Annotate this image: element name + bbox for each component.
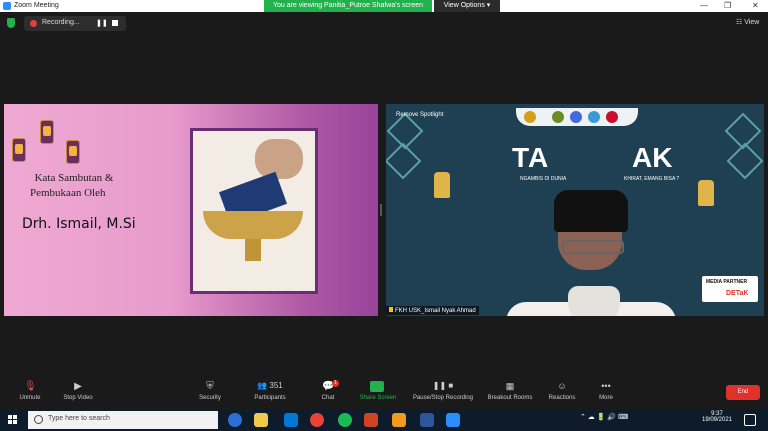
view-button[interactable]: ☷ View	[736, 18, 759, 26]
lantern-decoration	[40, 120, 54, 144]
lantern-decoration	[434, 172, 450, 198]
breakout-rooms-button[interactable]: ▦ Breakout Rooms	[480, 372, 540, 409]
chat-badge: 1	[332, 380, 339, 387]
recording-status: Recording...	[42, 19, 80, 26]
share-screen-icon-bg	[370, 381, 384, 392]
chrome-icon[interactable]	[310, 413, 324, 427]
media-partner-brand: DETaK	[726, 290, 749, 297]
pause-stop-icon: ❚❚ ■	[432, 381, 454, 390]
meeting-toolbar: 🎙 Unmute ▶ Stop Video ⛨ Security 👥 351 P…	[0, 372, 768, 409]
vlc-icon[interactable]	[392, 413, 406, 427]
video-camera-icon: ▶	[74, 381, 82, 392]
participants-icon: 👥 351	[257, 381, 283, 390]
windows-taskbar: Type here to search ⌃ ☁ 🔋 🔊 ⌨ 9:37 19/09…	[0, 409, 768, 431]
recording-indicator: Recording... ❚❚	[24, 16, 126, 31]
hand-image	[255, 139, 303, 179]
spotify-icon[interactable]	[338, 413, 352, 427]
encryption-shield-icon[interactable]	[7, 18, 15, 28]
lantern-decoration	[698, 180, 714, 206]
slide-line-2: Pembukaan Oleh	[30, 187, 106, 199]
zoom-taskbar-icon[interactable]	[446, 413, 460, 427]
slide-photo-frame	[190, 128, 318, 294]
remove-spotlight-button[interactable]: Remove Spotlight	[396, 112, 443, 118]
pause-recording-icon[interactable]: ❚❚	[96, 19, 108, 27]
logo	[570, 111, 582, 123]
view-options-button[interactable]: View Options ▾	[434, 0, 500, 12]
search-icon	[34, 415, 43, 424]
reactions-icon: ☺	[557, 381, 567, 391]
more-button[interactable]: ••• More	[576, 372, 636, 409]
participant-name: FKH USK_Ismail Nyak Ahmad	[395, 308, 476, 314]
participants-label: Participants	[254, 395, 286, 401]
view-options-label: View Options	[443, 2, 485, 9]
participants-count: 351	[269, 381, 283, 390]
more-label: More	[599, 395, 613, 401]
participant-video: Remove Spotlight TA AK NGAMBIS DI DUNIA …	[386, 104, 764, 316]
record-dot-icon	[30, 20, 37, 27]
speaker-glasses	[562, 240, 624, 254]
logo	[588, 111, 600, 123]
share-screen-label: Share Screen	[359, 395, 397, 401]
mail-icon[interactable]	[284, 413, 298, 427]
participant-name-label: FKH USK_Ismail Nyak Ahmad	[386, 306, 479, 315]
ornament-decoration	[386, 142, 422, 180]
security-button[interactable]: ⛨ Security	[180, 372, 240, 409]
minimize-icon[interactable]: —	[700, 1, 708, 10]
taskbar-clock[interactable]: 9:37 19/09/2021	[700, 411, 734, 423]
shield-icon: ⛨	[206, 381, 214, 392]
close-icon[interactable]: ✕	[752, 1, 759, 10]
pause-stop-recording-label: Pause/Stop Recording	[412, 395, 474, 401]
windows-start-icon[interactable]	[8, 415, 18, 425]
sponsor-logos	[516, 108, 638, 126]
bowl-stem-image	[245, 239, 261, 261]
logo	[552, 111, 564, 123]
muted-mic-icon: 🎙	[24, 381, 37, 392]
breakout-rooms-label: Breakout Rooms	[487, 395, 533, 401]
end-button[interactable]: End	[726, 385, 760, 400]
participants-button[interactable]: 👥 351 Participants	[240, 372, 300, 409]
pause-stop-recording-button[interactable]: ❚❚ ■ Pause/Stop Recording	[408, 372, 478, 409]
stop-recording-icon[interactable]	[112, 20, 118, 26]
view-button-label: View	[744, 19, 760, 26]
speaker-figure	[506, 160, 676, 316]
ornament-decoration	[726, 142, 764, 180]
lantern-decoration	[12, 138, 26, 162]
stop-video-label: Stop Video	[63, 395, 93, 401]
media-partner-label: MEDIA PARTNER	[706, 279, 748, 285]
mic-level-icon	[389, 307, 393, 312]
notifications-icon[interactable]	[744, 414, 756, 426]
stop-video-button[interactable]: ▶ Stop Video	[48, 372, 108, 409]
golden-bowl-image	[203, 211, 303, 239]
edge-icon[interactable]	[228, 413, 242, 427]
logo	[606, 111, 618, 123]
security-label: Security	[199, 395, 221, 401]
breakout-rooms-icon: ▦	[505, 381, 515, 391]
powerpoint-icon[interactable]	[364, 413, 378, 427]
search-placeholder: Type here to search	[48, 415, 110, 422]
taskbar-search-box[interactable]: Type here to search	[28, 411, 218, 429]
usk-logo	[524, 111, 536, 123]
viewing-banner: You are viewing Panitia_Putroe Shafwa's …	[264, 0, 432, 12]
clock-date: 19/09/2021	[701, 417, 733, 423]
file-explorer-icon[interactable]	[254, 413, 268, 427]
word-icon[interactable]	[420, 413, 434, 427]
splitter-handle[interactable]	[380, 204, 382, 216]
window-title: Zoom Meeting	[14, 2, 59, 9]
more-icon: •••	[601, 381, 611, 391]
maximize-icon[interactable]: ❐	[724, 1, 731, 10]
slide-line-1: Kata Sambutan &	[34, 172, 114, 184]
slide-speaker-name: Drh. Ismail, M.Si	[22, 216, 136, 232]
system-tray-icons[interactable]: ⌃ ☁ 🔋 🔊 ⌨	[580, 413, 628, 421]
zoom-logo-icon	[3, 2, 11, 10]
lantern-decoration	[66, 140, 80, 164]
media-partner-badge: MEDIA PARTNER DETaK	[702, 276, 758, 302]
speaker-beard	[568, 286, 620, 316]
shared-screen-slide	[4, 104, 378, 316]
speaker-cap	[554, 190, 628, 232]
